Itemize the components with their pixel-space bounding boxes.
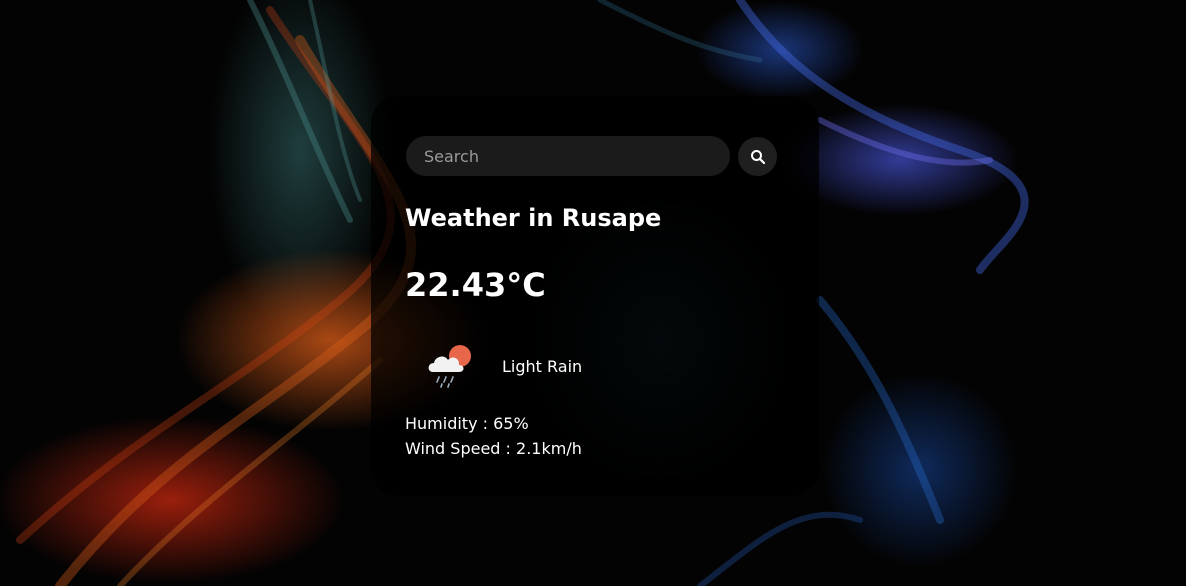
condition-description: Light Rain [502,357,583,376]
location-title: Weather in Rusape [405,204,662,232]
cloud-rain-sun-icon [423,336,479,392]
search-button[interactable] [738,137,777,176]
temperature: 22.43°C [405,266,546,304]
weather-card: Weather in Rusape 22.43°C Light Rain Hum… [371,96,819,496]
humidity: Humidity : 65% [405,414,529,433]
search-input[interactable] [406,136,730,176]
search-icon [750,149,766,165]
search-bar [406,136,778,176]
wind-speed: Wind Speed : 2.1km/h [405,439,582,458]
